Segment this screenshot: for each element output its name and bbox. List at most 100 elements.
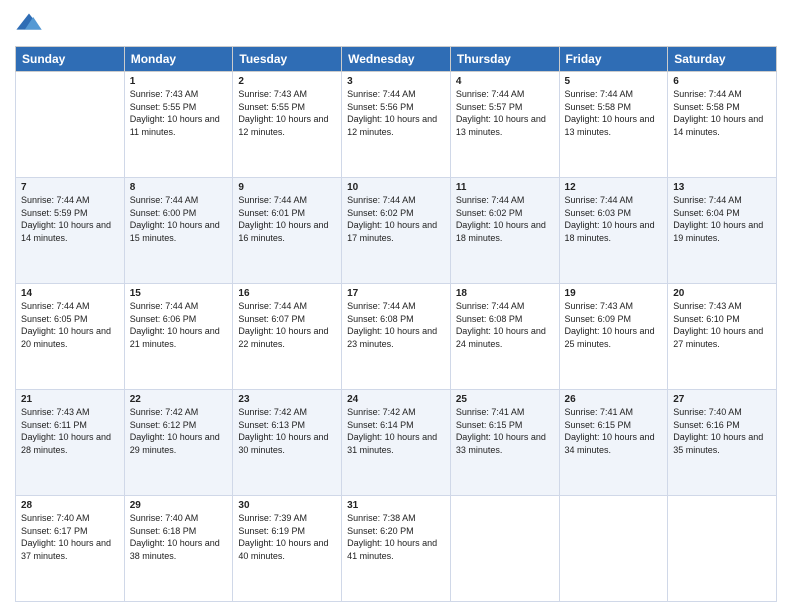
cell-4-5: 25 Sunrise: 7:41 AMSunset: 6:15 PMDayligh… — [450, 390, 559, 496]
cell-1-5: 4 Sunrise: 7:44 AMSunset: 5:57 PMDaylight… — [450, 72, 559, 178]
cell-5-7 — [668, 496, 777, 602]
cell-3-1: 14Sunrise: 7:44 AMSunset: 6:05 PMDayligh… — [16, 284, 125, 390]
day-number: 31 — [347, 500, 445, 511]
week-row-4: 21 Sunrise: 7:43 AMSunset: 6:11 PMDayligh… — [16, 390, 777, 496]
cell-3-4: 17 Sunrise: 7:44 AMSunset: 6:08 PMDayligh… — [342, 284, 451, 390]
day-number: 6 — [673, 76, 771, 87]
day-number: 20 — [673, 288, 771, 299]
day-number: 7 — [21, 182, 119, 193]
cell-1-6: 5 Sunrise: 7:44 AMSunset: 5:58 PMDaylight… — [559, 72, 668, 178]
day-number: 8 — [130, 182, 228, 193]
cell-3-2: 15 Sunrise: 7:44 AMSunset: 6:06 PMDayligh… — [124, 284, 233, 390]
day-info: Sunrise: 7:43 AMSunset: 6:09 PMDaylight:… — [565, 301, 655, 349]
day-info: Sunrise: 7:43 AMSunset: 6:11 PMDaylight:… — [21, 407, 111, 455]
day-number: 30 — [238, 500, 336, 511]
day-number: 15 — [130, 288, 228, 299]
day-number: 28 — [21, 500, 119, 511]
day-info: Sunrise: 7:39 AMSunset: 6:19 PMDaylight:… — [238, 513, 328, 561]
logo-icon — [15, 10, 43, 38]
day-number: 11 — [456, 182, 554, 193]
cell-1-1 — [16, 72, 125, 178]
cell-1-2: 1 Sunrise: 7:43 AMSunset: 5:55 PMDaylight… — [124, 72, 233, 178]
day-number: 27 — [673, 394, 771, 405]
day-number: 9 — [238, 182, 336, 193]
day-info: Sunrise: 7:44 AMSunset: 5:57 PMDaylight:… — [456, 89, 546, 137]
day-info: Sunrise: 7:44 AMSunset: 6:02 PMDaylight:… — [456, 195, 546, 243]
header — [15, 10, 777, 38]
day-info: Sunrise: 7:44 AMSunset: 5:56 PMDaylight:… — [347, 89, 437, 137]
week-row-1: 1 Sunrise: 7:43 AMSunset: 5:55 PMDaylight… — [16, 72, 777, 178]
cell-5-6 — [559, 496, 668, 602]
day-number: 1 — [130, 76, 228, 87]
day-info: Sunrise: 7:43 AMSunset: 5:55 PMDaylight:… — [130, 89, 220, 137]
day-number: 23 — [238, 394, 336, 405]
cell-4-3: 23 Sunrise: 7:42 AMSunset: 6:13 PMDayligh… — [233, 390, 342, 496]
cell-4-6: 26Sunrise: 7:41 AMSunset: 6:15 PMDayligh… — [559, 390, 668, 496]
day-number: 19 — [565, 288, 663, 299]
week-row-5: 28Sunrise: 7:40 AMSunset: 6:17 PMDayligh… — [16, 496, 777, 602]
day-info: Sunrise: 7:44 AMSunset: 6:07 PMDaylight:… — [238, 301, 328, 349]
day-number: 24 — [347, 394, 445, 405]
cell-1-4: 3Sunrise: 7:44 AMSunset: 5:56 PMDaylight… — [342, 72, 451, 178]
day-info: Sunrise: 7:38 AMSunset: 6:20 PMDaylight:… — [347, 513, 437, 561]
logo — [15, 10, 47, 38]
cell-3-5: 18 Sunrise: 7:44 AMSunset: 6:08 PMDayligh… — [450, 284, 559, 390]
col-header-tuesday: Tuesday — [233, 47, 342, 72]
day-number: 22 — [130, 394, 228, 405]
day-number: 21 — [21, 394, 119, 405]
day-info: Sunrise: 7:42 AMSunset: 6:13 PMDaylight:… — [238, 407, 328, 455]
col-header-monday: Monday — [124, 47, 233, 72]
day-number: 29 — [130, 500, 228, 511]
cell-2-3: 9Sunrise: 7:44 AMSunset: 6:01 PMDaylight… — [233, 178, 342, 284]
day-info: Sunrise: 7:41 AMSunset: 6:15 PMDaylight:… — [456, 407, 546, 455]
day-info: Sunrise: 7:44 AMSunset: 5:59 PMDaylight:… — [21, 195, 111, 243]
col-header-friday: Friday — [559, 47, 668, 72]
day-info: Sunrise: 7:41 AMSunset: 6:15 PMDaylight:… — [565, 407, 655, 455]
cell-2-6: 12Sunrise: 7:44 AMSunset: 6:03 PMDayligh… — [559, 178, 668, 284]
cell-5-2: 29 Sunrise: 7:40 AMSunset: 6:18 PMDayligh… — [124, 496, 233, 602]
day-info: Sunrise: 7:43 AMSunset: 5:55 PMDaylight:… — [238, 89, 328, 137]
cell-4-4: 24 Sunrise: 7:42 AMSunset: 6:14 PMDayligh… — [342, 390, 451, 496]
day-info: Sunrise: 7:44 AMSunset: 6:03 PMDaylight:… — [565, 195, 655, 243]
header-row: SundayMondayTuesdayWednesdayThursdayFrid… — [16, 47, 777, 72]
week-row-2: 7 Sunrise: 7:44 AMSunset: 5:59 PMDaylight… — [16, 178, 777, 284]
day-number: 25 — [456, 394, 554, 405]
day-number: 13 — [673, 182, 771, 193]
day-number: 5 — [565, 76, 663, 87]
day-info: Sunrise: 7:40 AMSunset: 6:16 PMDaylight:… — [673, 407, 763, 455]
cell-1-3: 2 Sunrise: 7:43 AMSunset: 5:55 PMDaylight… — [233, 72, 342, 178]
day-number: 18 — [456, 288, 554, 299]
col-header-sunday: Sunday — [16, 47, 125, 72]
cell-2-5: 11 Sunrise: 7:44 AMSunset: 6:02 PMDayligh… — [450, 178, 559, 284]
day-info: Sunrise: 7:44 AMSunset: 6:06 PMDaylight:… — [130, 301, 220, 349]
day-number: 17 — [347, 288, 445, 299]
cell-2-4: 10Sunrise: 7:44 AMSunset: 6:02 PMDayligh… — [342, 178, 451, 284]
cell-5-1: 28Sunrise: 7:40 AMSunset: 6:17 PMDayligh… — [16, 496, 125, 602]
cell-4-7: 27 Sunrise: 7:40 AMSunset: 6:16 PMDayligh… — [668, 390, 777, 496]
cell-3-6: 19 Sunrise: 7:43 AMSunset: 6:09 PMDayligh… — [559, 284, 668, 390]
day-number: 2 — [238, 76, 336, 87]
col-header-wednesday: Wednesday — [342, 47, 451, 72]
day-info: Sunrise: 7:42 AMSunset: 6:14 PMDaylight:… — [347, 407, 437, 455]
cell-1-7: 6 Sunrise: 7:44 AMSunset: 5:58 PMDaylight… — [668, 72, 777, 178]
col-header-thursday: Thursday — [450, 47, 559, 72]
day-info: Sunrise: 7:44 AMSunset: 6:02 PMDaylight:… — [347, 195, 437, 243]
cell-4-1: 21 Sunrise: 7:43 AMSunset: 6:11 PMDayligh… — [16, 390, 125, 496]
day-info: Sunrise: 7:44 AMSunset: 5:58 PMDaylight:… — [673, 89, 763, 137]
day-info: Sunrise: 7:44 AMSunset: 6:08 PMDaylight:… — [456, 301, 546, 349]
col-header-saturday: Saturday — [668, 47, 777, 72]
cell-3-7: 20Sunrise: 7:43 AMSunset: 6:10 PMDayligh… — [668, 284, 777, 390]
cell-2-2: 8 Sunrise: 7:44 AMSunset: 6:00 PMDaylight… — [124, 178, 233, 284]
day-info: Sunrise: 7:40 AMSunset: 6:18 PMDaylight:… — [130, 513, 220, 561]
cell-2-1: 7 Sunrise: 7:44 AMSunset: 5:59 PMDaylight… — [16, 178, 125, 284]
day-info: Sunrise: 7:44 AMSunset: 5:58 PMDaylight:… — [565, 89, 655, 137]
day-info: Sunrise: 7:42 AMSunset: 6:12 PMDaylight:… — [130, 407, 220, 455]
calendar-table: SundayMondayTuesdayWednesdayThursdayFrid… — [15, 46, 777, 602]
cell-5-5 — [450, 496, 559, 602]
day-info: Sunrise: 7:44 AMSunset: 6:08 PMDaylight:… — [347, 301, 437, 349]
day-info: Sunrise: 7:44 AMSunset: 6:00 PMDaylight:… — [130, 195, 220, 243]
cell-2-7: 13 Sunrise: 7:44 AMSunset: 6:04 PMDayligh… — [668, 178, 777, 284]
day-number: 4 — [456, 76, 554, 87]
day-number: 14 — [21, 288, 119, 299]
day-info: Sunrise: 7:44 AMSunset: 6:04 PMDaylight:… — [673, 195, 763, 243]
